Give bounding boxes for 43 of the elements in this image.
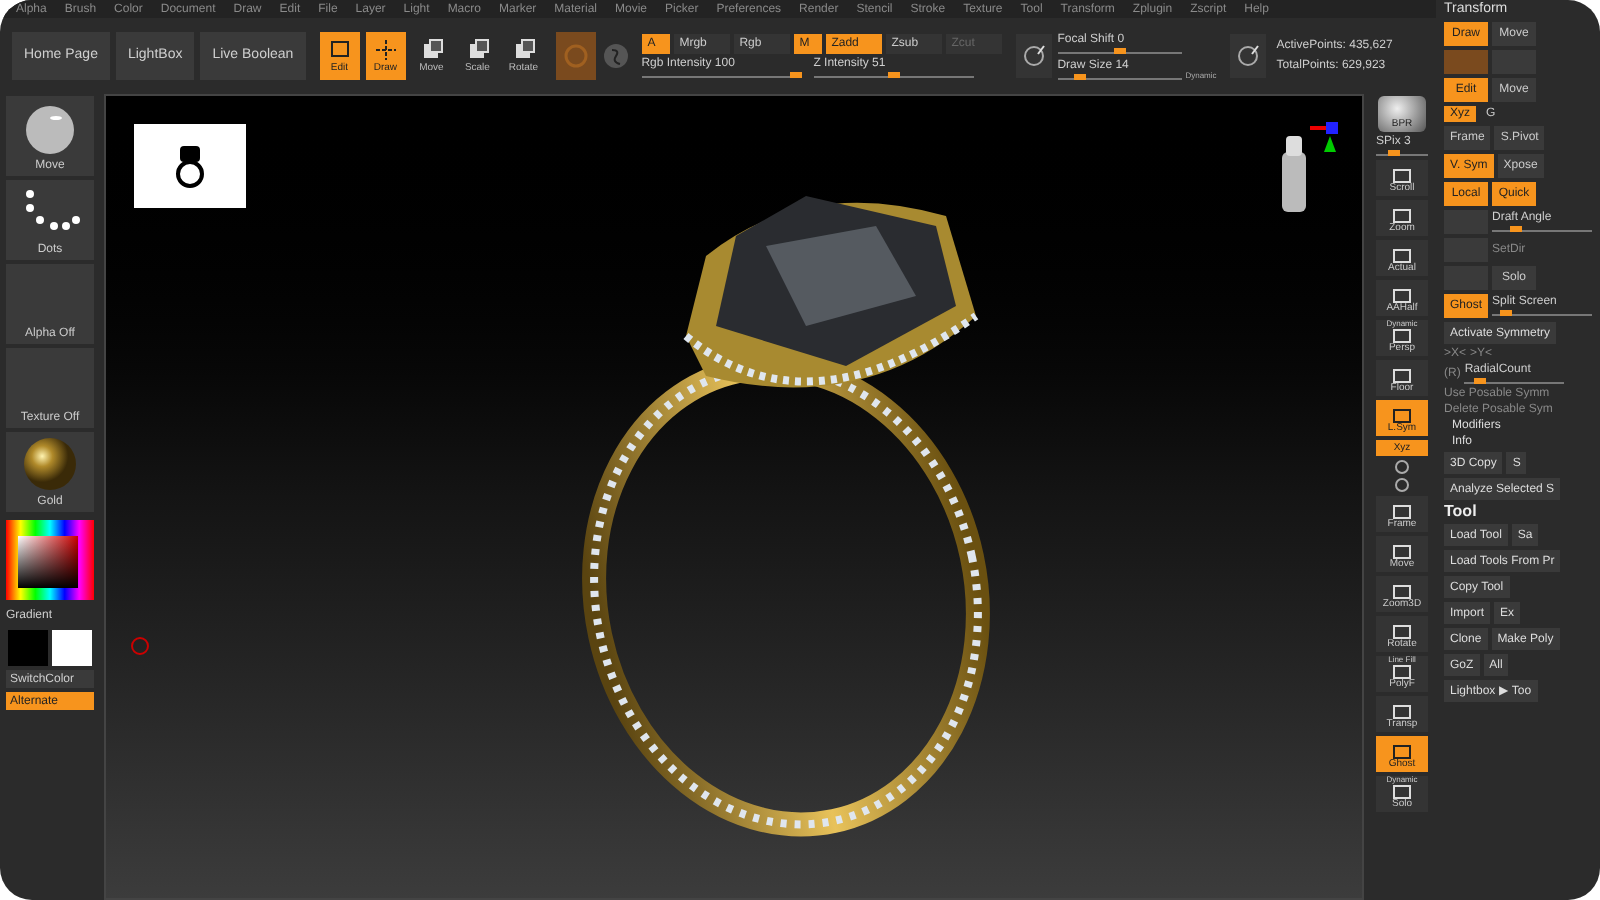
slider-thumb[interactable] [1473,378,1486,384]
material-sphere-icon [20,436,80,492]
tool-glyph-icon [1392,368,1412,384]
brush-circle-icon [1236,44,1261,68]
slider-thumb[interactable] [1500,310,1513,316]
sphere-icon [601,42,630,70]
tool-glyph-icon [1392,704,1412,720]
brush-sphere-icon [20,100,80,156]
section-title: Tool [1444,504,1477,520]
ring-icon [174,144,206,188]
slider-thumb[interactable] [1113,47,1126,53]
tool-glyph-icon [1392,784,1412,800]
box-icon [511,38,536,62]
box-icon [465,38,490,62]
slider-thumb[interactable] [888,72,901,78]
tool-glyph-icon [1392,664,1412,680]
slider-thumb[interactable] [1509,226,1522,232]
color-swatch[interactable] [52,630,92,666]
slider-thumb[interactable] [789,72,802,78]
tool-glyph-icon [1392,584,1412,600]
tool-glyph-icon [1392,288,1412,304]
slider-thumb[interactable] [1073,73,1086,79]
tool-glyph-icon [1392,504,1412,520]
tool-glyph-icon [1392,248,1412,264]
material-button[interactable] [555,32,596,80]
crosshair-icon [373,38,398,62]
circle-icon [563,44,588,68]
tool-glyph-icon [1392,328,1412,344]
tool-glyph-icon [1392,624,1412,640]
brush-circle-icon [1021,44,1046,68]
color-picker[interactable] [6,520,94,600]
circle-marker-icon [130,636,150,656]
tool-glyph-icon [1392,544,1412,560]
box-icon [419,38,444,62]
slider-thumb[interactable] [1388,150,1400,156]
color-swatch[interactable] [8,630,48,666]
frame-icon [327,38,352,62]
tool-glyph-icon [1392,208,1412,224]
tool-glyph-icon [1392,168,1412,184]
brush-settings-button[interactable] [1230,34,1267,78]
tool-glyph-icon [1392,744,1412,760]
brush-settings-button[interactable] [1015,34,1052,78]
tool-glyph-icon [1392,408,1412,424]
